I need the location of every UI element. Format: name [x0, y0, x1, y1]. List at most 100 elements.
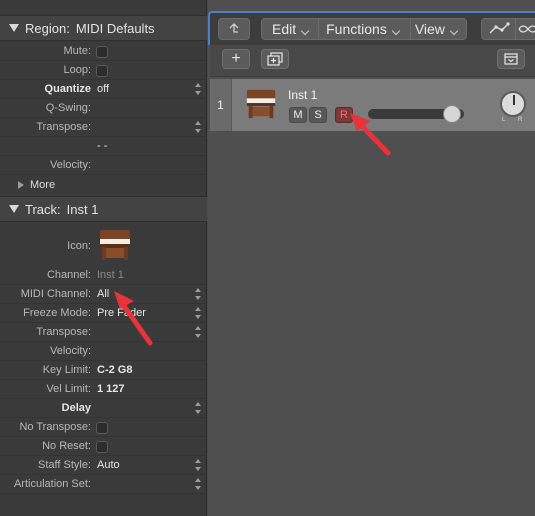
- track-row[interactable]: No Transpose:: [0, 418, 207, 437]
- inspector-panel: Region: MIDI Defaults Mute: Loop: Quantize…: [0, 0, 207, 516]
- divider: [410, 19, 411, 39]
- checkbox[interactable]: [96, 65, 108, 77]
- region-row[interactable]: - -: [0, 137, 207, 156]
- organ-icon[interactable]: [97, 228, 133, 262]
- track-row-value[interactable]: Pre Fader: [97, 307, 146, 319]
- track-row-value[interactable]: Auto: [97, 459, 120, 471]
- checkbox[interactable]: [96, 441, 108, 453]
- local-menu-bar: Edit Functions View: [261, 18, 467, 40]
- track-inspector-header[interactable]: Track: Inst 1: [0, 196, 207, 222]
- region-row-label: Q-Swing:: [45, 102, 91, 114]
- chevron-down-icon: [449, 26, 459, 36]
- region-row[interactable]: Q-Swing:: [0, 99, 207, 118]
- up-down-stepper-icon[interactable]: [194, 120, 202, 134]
- track-header[interactable]: Inst 1 M S R L R: [232, 79, 535, 131]
- track-name[interactable]: Inst 1: [288, 88, 317, 102]
- track-row-label: Transpose:: [36, 326, 91, 338]
- automation-curve-icon: [489, 22, 510, 34]
- automation-flex-group: [481, 18, 535, 40]
- track-row[interactable]: Delay: [0, 399, 207, 418]
- catch-arrow-icon: [229, 23, 239, 33]
- region-row-value[interactable]: - -: [97, 140, 107, 152]
- region-row[interactable]: Velocity:: [0, 156, 207, 175]
- tracks-area: Edit Functions View + 1 Inst 1 M S R L R: [208, 0, 535, 516]
- pan-left-label: L: [502, 117, 506, 123]
- up-down-stepper-icon[interactable]: [194, 458, 202, 472]
- catch-button[interactable]: [218, 18, 250, 40]
- new-track-button[interactable]: +: [222, 49, 250, 69]
- track-row-label: Vel Limit:: [46, 383, 91, 395]
- volume-slider-handle[interactable]: [443, 105, 461, 123]
- pan-right-label: R: [518, 117, 523, 123]
- region-header-label: Region:: [25, 20, 70, 36]
- track-row[interactable]: Freeze Mode: Pre Fader: [0, 304, 207, 323]
- track-row[interactable]: 1 Inst 1 M S R L R: [210, 79, 535, 131]
- region-row-label: Quantize: [44, 83, 91, 95]
- duplicate-track-icon: [267, 52, 283, 66]
- region-row[interactable]: Quantize off: [0, 80, 207, 99]
- flex-time-button[interactable]: [518, 22, 535, 39]
- chevron-down-icon: [300, 26, 310, 36]
- track-row-value[interactable]: Inst 1: [97, 269, 124, 281]
- new-track-with-duplicate-button[interactable]: [261, 49, 289, 69]
- up-down-stepper-icon[interactable]: [194, 401, 202, 415]
- region-inspector-header[interactable]: Region: MIDI Defaults: [0, 15, 207, 41]
- chevron-down-icon: [391, 26, 401, 36]
- region-row[interactable]: Loop:: [0, 61, 207, 80]
- more-disclosure[interactable]: More: [0, 175, 207, 195]
- track-row-label: Velocity:: [50, 345, 91, 357]
- track-row[interactable]: Velocity:: [0, 342, 207, 361]
- divider: [515, 19, 516, 39]
- mute-button[interactable]: M: [289, 107, 307, 123]
- disclosure-triangle-icon[interactable]: [18, 181, 24, 189]
- track-row[interactable]: Transpose:: [0, 323, 207, 342]
- organ-icon[interactable]: [244, 87, 278, 121]
- solo-button[interactable]: S: [309, 107, 327, 123]
- functions-menu-label: Functions: [326, 21, 387, 37]
- track-row-value[interactable]: C-2 G8: [97, 364, 132, 376]
- track-row-value[interactable]: All: [97, 288, 109, 300]
- track-row[interactable]: Vel Limit: 1 127: [0, 380, 207, 399]
- track-row-value[interactable]: 1 127: [97, 383, 125, 395]
- up-down-stepper-icon[interactable]: [194, 287, 202, 301]
- view-menu-label: View: [414, 21, 445, 37]
- view-menu[interactable]: View: [414, 21, 459, 37]
- track-row[interactable]: Channel: Inst 1: [0, 266, 207, 285]
- tracks-toolbar: Edit Functions View: [208, 11, 535, 45]
- track-row-label: Delay: [61, 402, 91, 414]
- functions-menu[interactable]: Functions: [326, 21, 401, 37]
- up-down-stepper-icon[interactable]: [194, 306, 202, 320]
- region-header-name: MIDI Defaults: [75, 20, 155, 36]
- checkbox[interactable]: [96, 46, 108, 58]
- pan-knob[interactable]: [500, 91, 526, 117]
- region-row-label: Mute:: [63, 45, 91, 57]
- region-row-value[interactable]: off: [97, 83, 109, 95]
- automation-button[interactable]: [488, 21, 510, 40]
- track-row-label: Freeze Mode:: [23, 307, 91, 319]
- checkbox[interactable]: [96, 422, 108, 434]
- icon-label: Icon:: [67, 240, 91, 252]
- edit-menu[interactable]: Edit: [272, 21, 310, 37]
- disclosure-triangle-icon[interactable]: [9, 24, 19, 32]
- flex-time-icon: [518, 25, 535, 33]
- track-row-label: No Reset:: [42, 440, 91, 452]
- up-down-stepper-icon[interactable]: [194, 325, 202, 339]
- up-down-stepper-icon[interactable]: [194, 82, 202, 96]
- track-row[interactable]: Articulation Set:: [0, 475, 207, 494]
- region-row[interactable]: Mute:: [0, 42, 207, 61]
- track-row[interactable]: No Reset:: [0, 437, 207, 456]
- track-row[interactable]: Staff Style: Auto: [0, 456, 207, 475]
- track-row[interactable]: MIDI Channel: All: [0, 285, 207, 304]
- region-row-label: Loop:: [63, 64, 91, 76]
- track-row-label: Staff Style:: [38, 459, 91, 471]
- record-enable-button[interactable]: R: [335, 107, 353, 123]
- global-tracks-button[interactable]: [497, 49, 525, 69]
- track-row[interactable]: Key Limit: C-2 G8: [0, 361, 207, 380]
- disclosure-triangle-icon[interactable]: [9, 205, 19, 213]
- region-row[interactable]: Transpose:: [0, 118, 207, 137]
- region-row-label: Transpose:: [36, 121, 91, 133]
- plus-icon: +: [231, 50, 241, 67]
- up-down-stepper-icon[interactable]: [194, 477, 202, 491]
- logic-pro-window: Region: MIDI Defaults Mute: Loop: Quantize…: [0, 0, 535, 516]
- track-row-label: MIDI Channel:: [20, 288, 91, 300]
